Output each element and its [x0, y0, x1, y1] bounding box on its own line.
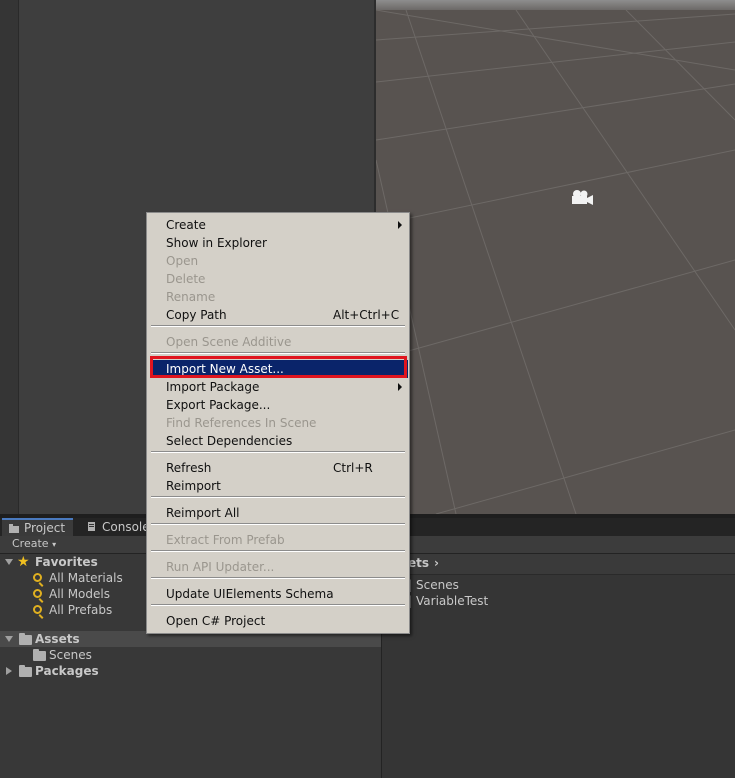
menu-separator — [151, 604, 405, 606]
menu-separator — [151, 550, 405, 552]
menu-item-label: Copy Path — [166, 308, 227, 322]
menu-item-reimport-all[interactable]: Reimport All — [147, 504, 409, 522]
menu-item-show-in-explorer[interactable]: Show in Explorer — [147, 234, 409, 252]
submenu-arrow-icon — [398, 221, 402, 229]
tree-item-all-models[interactable]: All Models — [49, 586, 110, 602]
menu-separator — [151, 523, 405, 525]
menu-item-update-uielements-schema[interactable]: Update UIElements Schema — [147, 585, 409, 603]
tree-item-assets: Assets — [35, 632, 80, 646]
menu-item-label: Create — [166, 218, 206, 232]
menu-item-find-references-in-scene: Find References In Scene — [147, 414, 409, 432]
menu-item-shortcut: Ctrl+R — [333, 461, 373, 475]
annotation-highlight-box — [150, 356, 407, 378]
menu-separator — [151, 325, 405, 327]
star-icon: ★ — [17, 554, 30, 570]
list-item-variabletest[interactable]: VariableTest — [416, 594, 488, 608]
menu-item-import-package[interactable]: Import Package — [147, 378, 409, 396]
menu-item-shortcut: Alt+Ctrl+C — [333, 308, 400, 322]
assets-expand-arrow-icon[interactable] — [5, 636, 13, 642]
folder-icon — [33, 649, 46, 661]
menu-item-open-c-project[interactable]: Open C# Project — [147, 612, 409, 630]
create-dropdown-button[interactable]: Create ▾ — [6, 537, 60, 551]
project-content-pane: ets › Scenes VariableTest | | — [382, 554, 735, 778]
folder-icon — [19, 665, 32, 677]
favorites-expand-arrow-icon[interactable] — [5, 559, 13, 565]
menu-item-label: Refresh — [166, 461, 212, 475]
menu-item-run-api-updater: Run API Updater... — [147, 558, 409, 576]
submenu-arrow-icon — [398, 383, 402, 391]
menu-item-label: Find References In Scene — [166, 416, 317, 430]
menu-item-select-dependencies[interactable]: Select Dependencies — [147, 432, 409, 450]
menu-separator — [151, 577, 405, 579]
menu-item-label: Open Scene Additive — [166, 335, 292, 349]
menu-separator — [151, 496, 405, 498]
menu-item-delete: Delete — [147, 270, 409, 288]
packages-expand-arrow-icon[interactable] — [6, 667, 12, 675]
chevron-right-icon: › — [434, 556, 439, 570]
search-icon — [33, 605, 42, 614]
menu-item-label: Select Dependencies — [166, 434, 293, 448]
search-icon — [33, 589, 42, 598]
menu-item-label: Rename — [166, 290, 216, 304]
menu-item-open: Open — [147, 252, 409, 270]
menu-item-extract-from-prefab: Extract From Prefab — [147, 531, 409, 549]
console-icon — [88, 522, 95, 531]
menu-separator — [151, 451, 405, 453]
menu-item-label: Reimport — [166, 479, 221, 493]
menu-separator — [151, 352, 405, 354]
menu-item-label: Show in Explorer — [166, 236, 267, 250]
camera-gizmo-icon[interactable] — [569, 188, 595, 208]
search-icon — [33, 573, 42, 582]
folder-icon — [9, 524, 19, 533]
folder-icon — [19, 633, 32, 645]
tree-item-scenes[interactable]: Scenes — [49, 647, 92, 663]
menu-item-refresh[interactable]: Refresh Ctrl+R — [147, 459, 409, 477]
menu-item-label: Open C# Project — [166, 614, 266, 628]
scene-view[interactable] — [376, 0, 735, 514]
menu-item-label: Extract From Prefab — [166, 533, 285, 547]
menu-item-export-package[interactable]: Export Package... — [147, 396, 409, 414]
tab-console-label: Console — [102, 520, 150, 534]
tree-item-favorites[interactable]: Favorites — [35, 554, 98, 570]
menu-item-copy-path[interactable]: Copy Path Alt+Ctrl+C — [147, 306, 409, 324]
menu-item-create[interactable]: Create — [147, 216, 409, 234]
menu-item-rename: Rename — [147, 288, 409, 306]
tab-project-label: Project — [24, 521, 66, 535]
tree-item-packages[interactable]: Packages — [35, 663, 99, 679]
breadcrumb-assets[interactable]: ets — [408, 556, 429, 570]
menu-item-label: Run API Updater... — [166, 560, 275, 574]
list-item-scenes[interactable]: Scenes — [416, 578, 459, 592]
menu-item-label: Update UIElements Schema — [166, 587, 334, 601]
menu-item-label: Import Package — [166, 380, 260, 394]
menu-item-label: Export Package... — [166, 398, 271, 412]
menu-item-label: Open — [166, 254, 199, 268]
tree-item-all-prefabs[interactable]: All Prefabs — [49, 602, 112, 618]
scene-grid — [376, 9, 735, 514]
menu-item-reimport[interactable]: Reimport — [147, 477, 409, 495]
tab-project[interactable]: Project — [2, 518, 74, 536]
hierarchy-edge — [0, 0, 19, 514]
menu-item-label: Delete — [166, 272, 206, 286]
tree-item-all-materials[interactable]: All Materials — [49, 570, 123, 586]
create-label: Create — [12, 537, 49, 550]
breadcrumb: ets › — [382, 554, 735, 575]
chevron-down-icon: ▾ — [52, 540, 57, 549]
context-menu: Create Show in Explorer Open Delete Rename Co… — [146, 212, 410, 634]
menu-item-label: Reimport All — [166, 506, 240, 520]
menu-item-open-scene-additive: Open Scene Additive — [147, 333, 409, 351]
